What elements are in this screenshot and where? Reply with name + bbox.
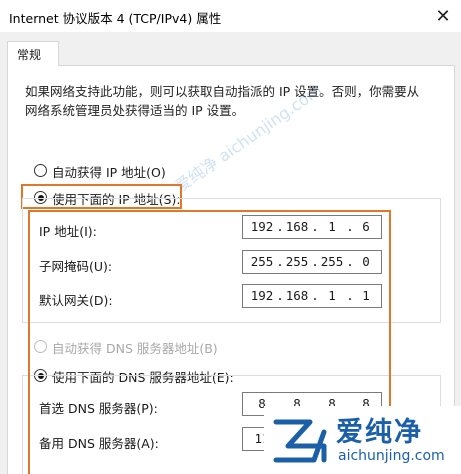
auto-ip-radio[interactable] xyxy=(34,164,47,177)
description-text: 如果网络支持此功能，则可以获取自动指派的 IP 设置。否则，你需要从网络系统管理… xyxy=(25,84,420,118)
close-button[interactable]: ✕ xyxy=(425,0,461,32)
auto-ip-label[interactable]: 自动获得 IP 地址(O) xyxy=(52,162,166,181)
watermark-logo: 爱纯净 aichunjing.com xyxy=(264,406,461,474)
logo-url: aichunjing.com xyxy=(338,448,445,464)
tab-general[interactable]: 常规 xyxy=(7,41,59,66)
title-bar: Internet 协议版本 4 (TCP/IPv4) 属性 ✕ xyxy=(0,0,461,32)
tab-general-label: 常规 xyxy=(17,48,42,62)
logo-name: 爱纯净 xyxy=(336,417,423,448)
logo-icon xyxy=(273,419,327,463)
close-icon: ✕ xyxy=(435,5,451,27)
window-title: Internet 协议版本 4 (TCP/IPv4) 属性 xyxy=(9,11,222,26)
